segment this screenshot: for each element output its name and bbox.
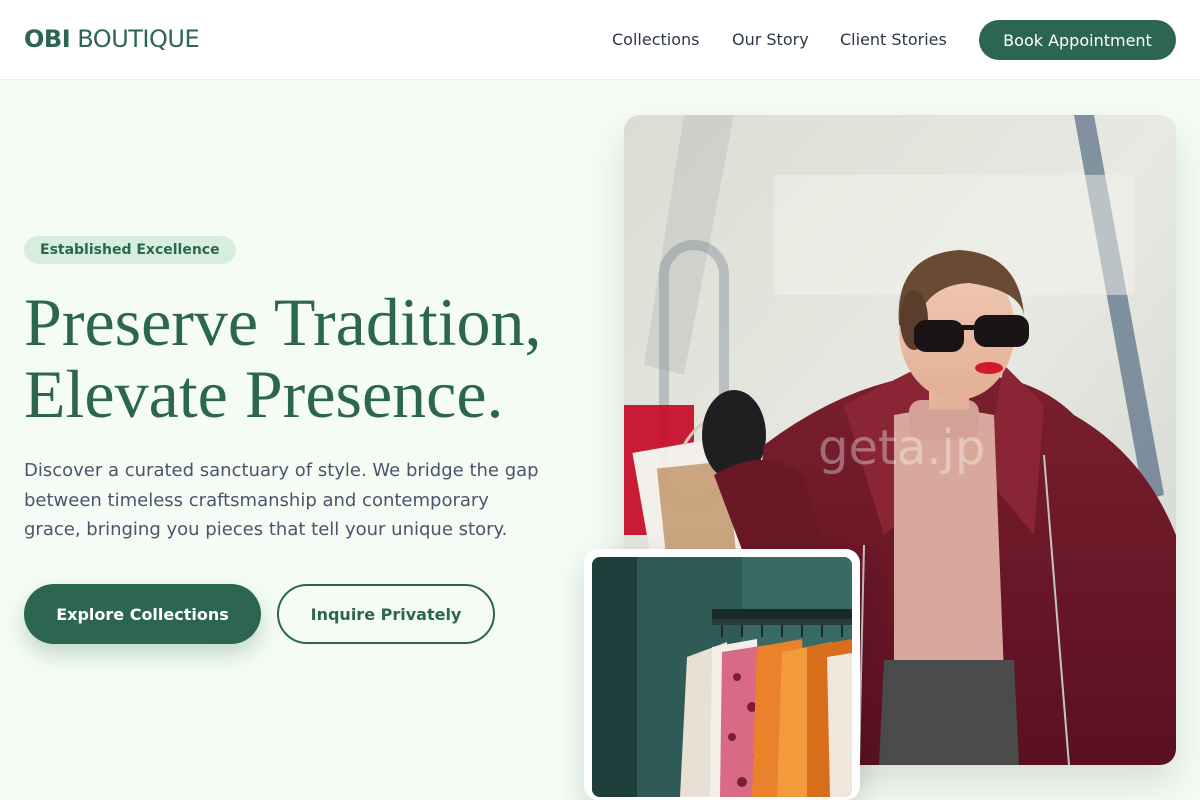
logo-rest-text: BOUTIQUE: [77, 25, 200, 53]
nav-link-collections[interactable]: Collections: [612, 30, 699, 49]
clothing-rack-image: [592, 557, 852, 797]
clothing-rack-photo: [592, 557, 852, 797]
logo-bold-text: OBI: [24, 25, 71, 53]
book-appointment-button[interactable]: Book Appointment: [979, 20, 1176, 60]
nav-link-our-story[interactable]: Our Story: [732, 30, 809, 49]
explore-collections-button[interactable]: Explore Collections: [24, 584, 261, 644]
headline-line-2: Elevate Presence.: [24, 356, 504, 432]
established-badge: Established Excellence: [24, 236, 236, 264]
image-watermark: geta.jp: [818, 420, 986, 476]
headline-line-1: Preserve Tradition,: [24, 284, 542, 360]
hero-headline: Preserve Tradition, Elevate Presence.: [24, 286, 604, 430]
site-header: OBI BOUTIQUE Collections Our Story Clien…: [0, 0, 1200, 80]
clothing-rack-card: [584, 549, 860, 800]
brand-logo[interactable]: OBI BOUTIQUE: [24, 25, 200, 53]
hero-description: Discover a curated sanctuary of style. W…: [24, 460, 539, 540]
nav-link-client-stories[interactable]: Client Stories: [840, 30, 947, 49]
inquire-privately-button[interactable]: Inquire Privately: [277, 584, 495, 644]
